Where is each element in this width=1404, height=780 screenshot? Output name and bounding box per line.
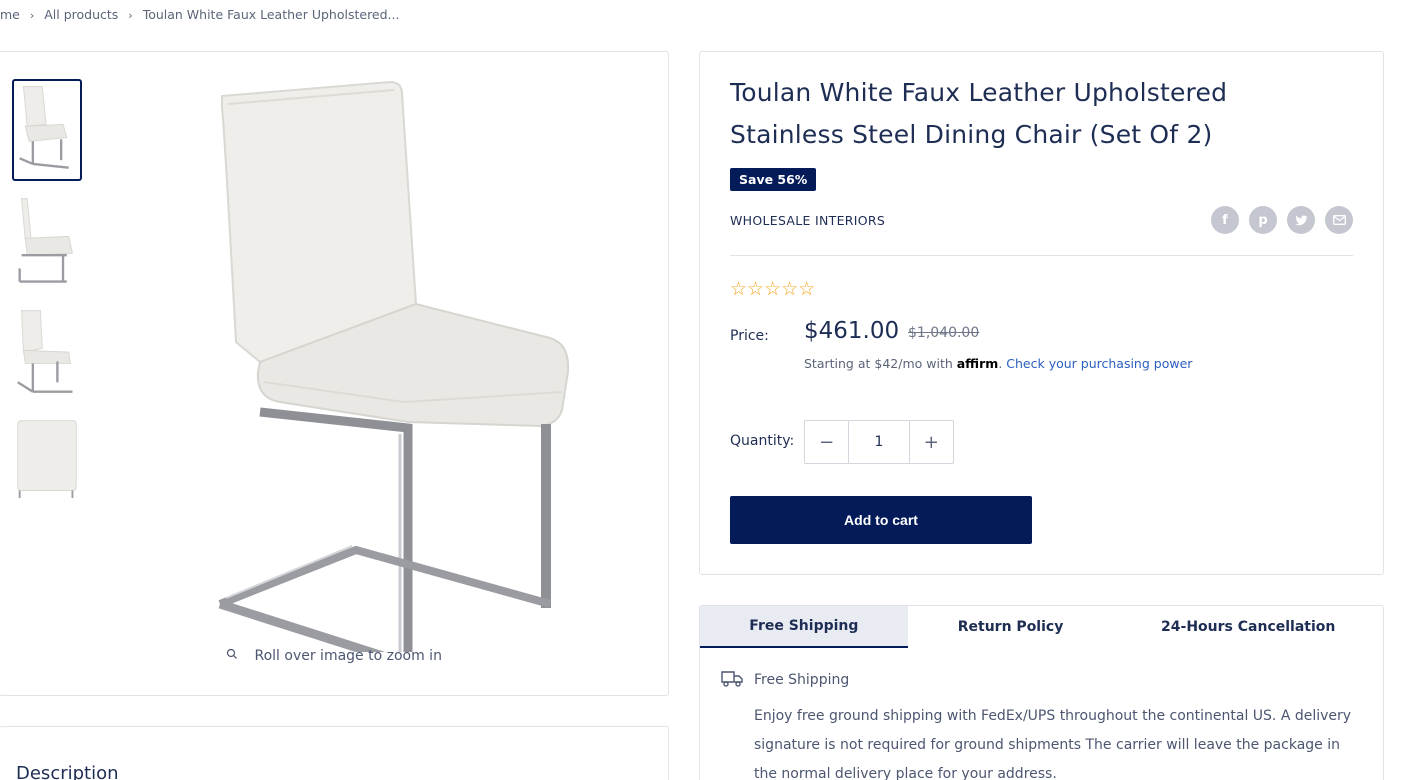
share-buttons: f p bbox=[1211, 206, 1353, 234]
email-icon[interactable] bbox=[1325, 206, 1353, 234]
add-to-cart-button[interactable]: Add to cart bbox=[730, 496, 1032, 544]
breadcrumb-home[interactable]: me bbox=[0, 7, 20, 22]
breadcrumb-all-products[interactable]: All products bbox=[44, 7, 118, 22]
product-gallery: Roll over image to zoom in bbox=[0, 51, 669, 696]
shipping-text: Enjoy free ground shipping with FedEx/UP… bbox=[754, 708, 1352, 780]
tab-cancellation[interactable]: 24-Hours Cancellation bbox=[1113, 606, 1383, 648]
compare-price: $1,040.00 bbox=[908, 325, 980, 341]
sale-price: $461.00 bbox=[804, 318, 900, 344]
minus-icon[interactable]: − bbox=[805, 421, 848, 463]
save-badge: Save 56% bbox=[730, 168, 817, 191]
affirm-prefix: Starting at $42/mo with bbox=[804, 356, 957, 371]
truck-icon bbox=[720, 668, 744, 692]
thumbnail-2[interactable] bbox=[12, 191, 82, 293]
thumbnail-1[interactable] bbox=[12, 79, 82, 181]
divider bbox=[730, 255, 1353, 256]
affirm-link[interactable]: Check your purchasing power bbox=[1006, 356, 1192, 371]
shipping-panel: Free Shipping Enjoy free ground shipping… bbox=[720, 668, 1360, 780]
rating-stars[interactable]: ☆☆☆☆☆ bbox=[730, 278, 815, 300]
shipping-info: Free Shipping Return Policy 24-Hours Can… bbox=[699, 605, 1384, 780]
quantity-input[interactable]: 1 bbox=[848, 421, 910, 463]
facebook-icon[interactable]: f bbox=[1211, 206, 1239, 234]
thumbnail-3[interactable] bbox=[12, 303, 82, 405]
breadcrumb-current: Toulan White Faux Leather Upholstered... bbox=[142, 7, 400, 22]
quantity-label: Quantity: bbox=[730, 433, 795, 449]
price-label: Price: bbox=[730, 328, 769, 344]
search-icon bbox=[226, 648, 238, 664]
zoom-hint: Roll over image to zoom in bbox=[0, 648, 668, 664]
quantity-stepper: − 1 + bbox=[804, 420, 954, 464]
description-title[interactable]: Description bbox=[16, 763, 119, 780]
twitter-icon[interactable] bbox=[1287, 206, 1315, 234]
shipping-heading: Free Shipping bbox=[720, 668, 1360, 692]
tab-return-policy[interactable]: Return Policy bbox=[908, 606, 1114, 648]
affirm-logo: affirm bbox=[956, 356, 999, 371]
chevron-right-icon: › bbox=[128, 9, 133, 22]
product-info: Toulan White Faux Leather Upholstered St… bbox=[699, 51, 1384, 575]
tab-free-shipping[interactable]: Free Shipping bbox=[700, 606, 908, 648]
description-section: Description bbox=[0, 726, 669, 780]
zoom-hint-text: Roll over image to zoom in bbox=[254, 648, 442, 664]
vendor-link[interactable]: WHOLESALE INTERIORS bbox=[730, 213, 885, 228]
pinterest-icon[interactable]: p bbox=[1249, 206, 1277, 234]
product-main-image[interactable] bbox=[190, 72, 590, 669]
breadcrumb: me › All products › Toulan White Faux Le… bbox=[0, 7, 399, 22]
affirm-message: Starting at $42/mo with affirm. Check yo… bbox=[804, 356, 1192, 371]
info-tabs: Free Shipping Return Policy 24-Hours Can… bbox=[700, 606, 1383, 648]
product-title: Toulan White Faux Leather Upholstered St… bbox=[730, 78, 1228, 149]
shipping-heading-text: Free Shipping bbox=[754, 672, 850, 688]
chevron-right-icon: › bbox=[29, 9, 35, 22]
plus-icon[interactable]: + bbox=[910, 421, 953, 463]
thumbnail-4[interactable] bbox=[12, 415, 82, 517]
